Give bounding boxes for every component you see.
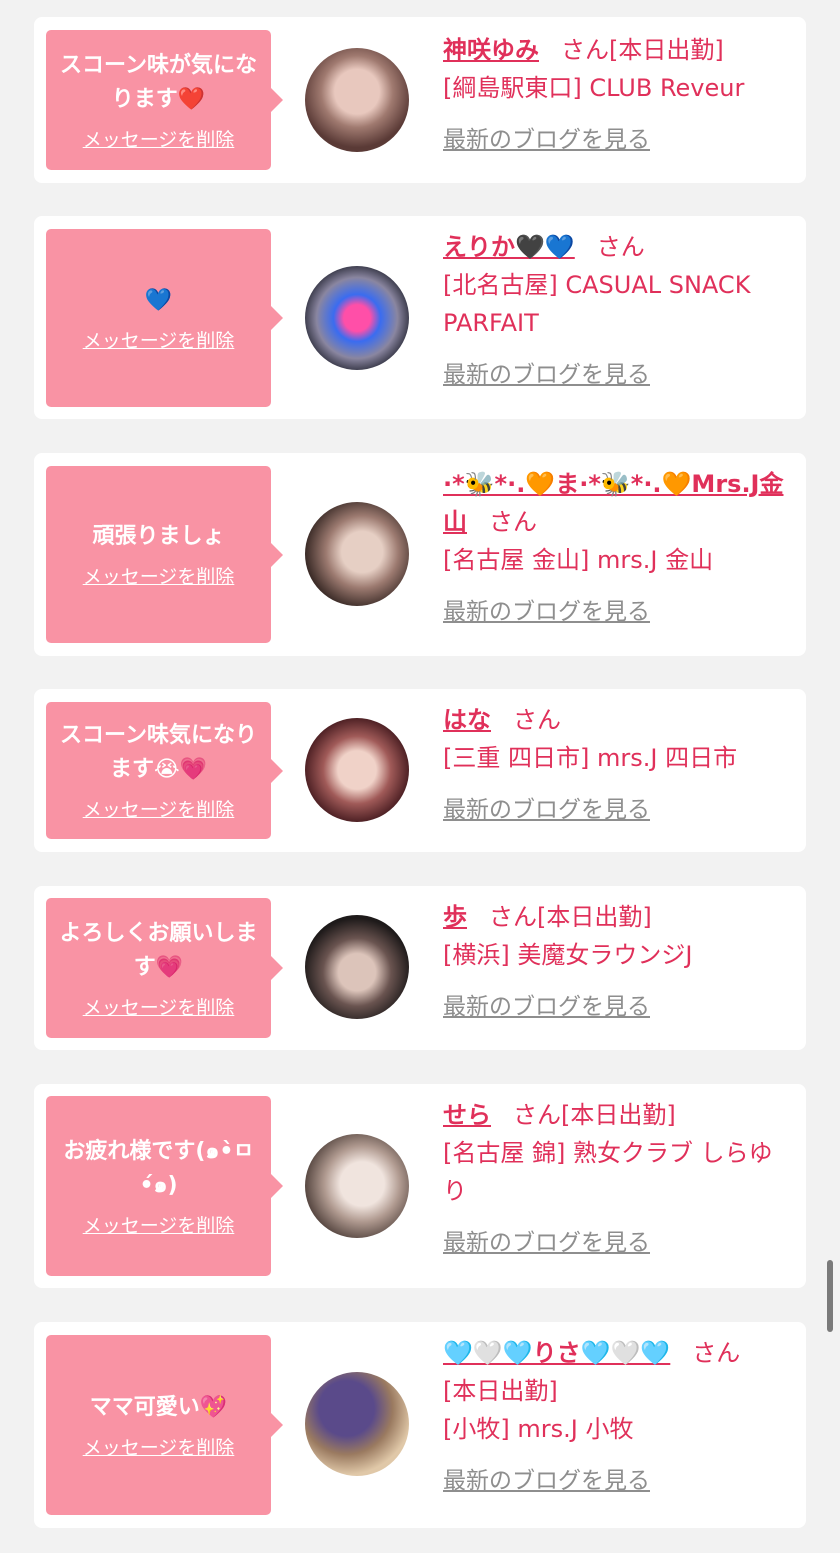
message-text: お疲れ様です(๑•̀ㅁ•́๑) [63, 1138, 254, 1198]
status-badge: [本日出勤] [609, 36, 724, 64]
message-text: 💙 [144, 287, 173, 313]
delete-message-link[interactable]: メッセージを削除 [83, 326, 235, 353]
delete-message-link[interactable]: メッセージを削除 [83, 1433, 235, 1460]
honorific: さん [513, 1101, 561, 1129]
message-bubble: スコーン味が気になります❤️ メッセージを削除 [46, 30, 283, 170]
honorific: さん [561, 36, 609, 64]
profile-name-link[interactable]: せら [443, 1101, 491, 1129]
status-badge: [本日出勤] [537, 903, 652, 931]
message-text: 頑張りましょ [92, 524, 225, 549]
shop-name: [三重 四日市] mrs.J 四日市 [443, 744, 738, 772]
latest-blog-link[interactable]: 最新のブログを見る [443, 791, 650, 829]
profile-info: せら さん[本日出勤] [名古屋 錦] 熟女クラブ しらゆり 最新のブログを見る [443, 1096, 793, 1262]
list-item: スコーン味気になります😭💗 メッセージを削除 はな さん [三重 四日市] mrs… [34, 689, 806, 852]
avatar[interactable] [305, 266, 409, 370]
list-item: 頑張りましょ メッセージを削除 ·*🐝*·.🧡ま·*🐝*·.🧡Mrs.J金山 さん… [34, 453, 806, 656]
honorific: さん [596, 233, 645, 261]
shop-name: [横浜] 美魔女ラウンジJ [443, 941, 693, 969]
status-badge: [本日出勤] [561, 1101, 676, 1129]
delete-message-link[interactable]: メッセージを削除 [83, 125, 235, 152]
message-bubble: スコーン味気になります😭💗 メッセージを削除 [46, 702, 283, 839]
profile-name-link[interactable]: はな [443, 706, 491, 734]
message-bubble: ママ可愛い💖 メッセージを削除 [46, 1335, 283, 1515]
profile-info: 神咲ゆみ さん[本日出勤] [綱島駅東口] CLUB Reveur 最新のブログを… [443, 31, 793, 159]
avatar[interactable] [305, 1372, 409, 1476]
list-item: スコーン味が気になります❤️ メッセージを削除 神咲ゆみ さん[本日出勤] [綱島… [34, 17, 806, 183]
honorific: さん [513, 706, 561, 734]
message-text: ママ可愛い💖 [89, 1394, 228, 1420]
latest-blog-link[interactable]: 最新のブログを見る [443, 121, 650, 159]
message-bubble: お疲れ様です(๑•̀ㅁ•́๑) メッセージを削除 [46, 1096, 283, 1276]
list-item: よろしくお願いします💗 メッセージを削除 歩さん[本日出勤] [横浜] 美魔女ラ… [34, 886, 806, 1050]
scrollbar[interactable] [827, 1260, 833, 1332]
latest-blog-link[interactable]: 最新のブログを見る [443, 1224, 650, 1262]
shop-name: [小牧] mrs.J 小牧 [443, 1415, 634, 1443]
profile-info: えりか🖤💙 さん [北名古屋] CASUAL SNACK PARFAIT 最新のブ… [443, 228, 793, 394]
delete-message-link[interactable]: メッセージを削除 [83, 1211, 235, 1238]
message-text: スコーン味が気になります❤️ [60, 52, 257, 112]
list-item: 💙 メッセージを削除 えりか🖤💙 さん [北名古屋] CASUAL SNACK P… [34, 216, 806, 419]
shop-name: [名古屋 錦] 熟女クラブ しらゆり [443, 1139, 773, 1205]
delete-message-link[interactable]: メッセージを削除 [83, 795, 235, 822]
profile-name-link[interactable]: 神咲ゆみ [443, 36, 539, 64]
profile-info: 🩵🤍🩵りさ🩵🤍🩵 さん [本日出勤] [小牧] mrs.J 小牧 最新のブログを見… [443, 1334, 793, 1500]
shop-name: [北名古屋] CASUAL SNACK PARFAIT [443, 271, 751, 337]
message-text: スコーン味気になります😭💗 [60, 723, 257, 782]
delete-message-link[interactable]: メッセージを削除 [83, 562, 235, 589]
avatar[interactable] [305, 48, 409, 152]
message-text: よろしくお願いします💗 [59, 920, 258, 980]
message-bubble: よろしくお願いします💗 メッセージを削除 [46, 898, 283, 1038]
latest-blog-link[interactable]: 最新のブログを見る [443, 593, 650, 631]
honorific: さん [489, 508, 537, 536]
profile-name-link[interactable]: えりか🖤💙 [443, 233, 575, 261]
message-bubble: 💙 メッセージを削除 [46, 229, 283, 407]
latest-blog-link[interactable]: 最新のブログを見る [443, 988, 650, 1026]
latest-blog-link[interactable]: 最新のブログを見る [443, 1462, 650, 1500]
profile-info: 歩さん[本日出勤] [横浜] 美魔女ラウンジJ 最新のブログを見る [443, 898, 793, 1026]
profile-info: はな さん [三重 四日市] mrs.J 四日市 最新のブログを見る [443, 701, 793, 829]
list-item: お疲れ様です(๑•̀ㅁ•́๑) メッセージを削除 せら さん[本日出勤] [名古屋… [34, 1084, 806, 1288]
honorific: さん [692, 1339, 741, 1367]
avatar[interactable] [305, 1134, 409, 1238]
latest-blog-link[interactable]: 最新のブログを見る [443, 356, 650, 394]
profile-name-link[interactable]: 🩵🤍🩵りさ🩵🤍🩵 [443, 1339, 670, 1367]
shop-name: [名古屋 金山] mrs.J 金山 [443, 546, 714, 574]
honorific: さん [489, 903, 537, 931]
list-item: ママ可愛い💖 メッセージを削除 🩵🤍🩵りさ🩵🤍🩵 さん [本日出勤] [小牧] m… [34, 1322, 806, 1528]
avatar[interactable] [305, 915, 409, 1019]
avatar[interactable] [305, 718, 409, 822]
status-badge: [本日出勤] [443, 1377, 558, 1405]
avatar[interactable] [305, 502, 409, 606]
profile-name-link[interactable]: 歩 [443, 903, 467, 931]
profile-info: ·*🐝*·.🧡ま·*🐝*·.🧡Mrs.J金山 さん [名古屋 金山] mrs.J … [443, 465, 793, 631]
message-bubble: 頑張りましょ メッセージを削除 [46, 466, 283, 643]
shop-name: [綱島駅東口] CLUB Reveur [443, 74, 745, 102]
delete-message-link[interactable]: メッセージを削除 [83, 993, 235, 1020]
